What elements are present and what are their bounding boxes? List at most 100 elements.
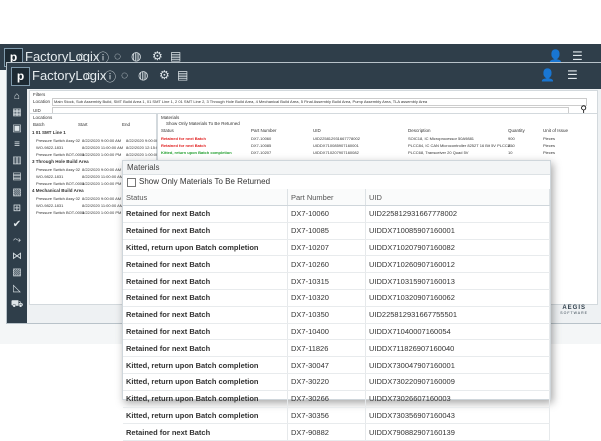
- material-row[interactable]: Retained for next Batch DX7-11826 UIDDX711…: [123, 339, 550, 358]
- material-row[interactable]: Retained for next Batch DX7-10350 UID22581…: [123, 306, 550, 324]
- material-status: Retained for next Batch: [123, 423, 288, 441]
- folder-nav-icon[interactable]: ▦: [7, 105, 27, 121]
- col-part-number[interactable]: Part Number: [287, 189, 366, 206]
- material-status: Retained for next Batch: [123, 339, 288, 358]
- show-only-returned-toggle[interactable]: Show Only Materials To Be Returned: [123, 175, 550, 189]
- back-col-header[interactable]: Part Number: [251, 128, 277, 133]
- back-col-header[interactable]: Quantity: [508, 128, 525, 133]
- aegis-logo: AEGIS SOFTWARE: [560, 305, 588, 315]
- location-row[interactable]: Pressure Switch BOT-0001 8/22/2020 1:00:0…: [32, 152, 165, 159]
- back-material-cell: 10: [508, 150, 513, 155]
- material-row[interactable]: Kitted, return upon Batch completion DX7-…: [123, 407, 550, 425]
- material-row[interactable]: Kitted, return upon Batch completion DX7-…: [123, 373, 550, 391]
- graph-nav-icon[interactable]: ⤳: [7, 233, 27, 249]
- ruler-nav-icon[interactable]: ◺: [7, 281, 27, 297]
- lightbulb-icon[interactable]: ◌: [121, 68, 128, 82]
- material-row[interactable]: Retained for next Batch DX7-10085 UIDDX710…: [123, 222, 550, 240]
- truck-nav-icon[interactable]: ⛟: [7, 297, 27, 313]
- material-status: Kitted, return upon Batch completion: [123, 407, 288, 425]
- back-col-header[interactable]: Description: [408, 128, 431, 133]
- location-row[interactable]: Pressure Switch Assy 02 8/22/2020 9:00:00…: [32, 138, 165, 145]
- col-uid[interactable]: UID: [365, 189, 550, 206]
- box-nav-icon[interactable]: ▣: [7, 121, 27, 137]
- material-status: Kitted, return upon Batch completion: [123, 239, 288, 257]
- network-nav-icon[interactable]: ⋈: [7, 249, 27, 265]
- calendar-nav-icon[interactable]: ▥: [7, 153, 27, 169]
- material-status: Kitted, return upon Batch completion: [123, 373, 288, 391]
- gear-icon[interactable]: ⚙: [159, 68, 170, 82]
- back-material-cell: Kitted, return upon Batch completion: [161, 150, 232, 155]
- home-icon[interactable]: ⌂: [78, 49, 85, 63]
- material-uid: UID225812931667778002: [365, 205, 550, 223]
- material-uid: UIDDX710320907160062: [365, 289, 550, 307]
- location-cell: Pressure Switch Assy 02: [36, 138, 81, 143]
- material-row[interactable]: Retained for next Batch DX7-10260 UIDDX710…: [123, 255, 550, 274]
- material-row[interactable]: Retained for next Batch DX7-90882 UIDDX790…: [123, 423, 550, 441]
- material-row[interactable]: Kitted, return upon Batch completion DX7-…: [123, 239, 550, 257]
- checkbox-icon[interactable]: [127, 177, 136, 187]
- material-part-number: DX7-11826: [287, 339, 366, 358]
- list-nav-icon[interactable]: ≡: [7, 137, 27, 153]
- document-icon[interactable]: ▤: [170, 49, 181, 63]
- home-nav-icon[interactable]: ⌂: [7, 89, 27, 105]
- location-field[interactable]: Main Stock, Sub Assembly Build, SMT Buil…: [52, 98, 587, 106]
- material-part-number: DX7-10350: [287, 306, 366, 324]
- back-material-row[interactable]: Retained for next Batch DX7-10060 UID22581…: [158, 136, 597, 143]
- menu-icon[interactable]: ☰: [567, 68, 578, 82]
- material-row[interactable]: Retained for next Batch DX7-10315 UIDDX710…: [123, 272, 550, 290]
- user-icon[interactable]: 👤: [540, 68, 555, 82]
- col-start: Start: [78, 122, 88, 127]
- material-row[interactable]: Retained for next Batch DX7-10320 UIDDX710…: [123, 289, 550, 307]
- location-label: Location: [33, 99, 51, 104]
- show-only-returned-label: Show Only Materials To Be Returned: [139, 177, 271, 186]
- info-icon[interactable]: ⓘ: [104, 68, 116, 85]
- material-row[interactable]: Kitted, return upon Batch completion DX7-…: [123, 390, 550, 408]
- material-part-number: DX7-30220: [287, 373, 366, 391]
- material-status: Retained for next Batch: [123, 306, 288, 324]
- back-material-cell: PLCC84, IC CAN Microcontroller 8252T 16 …: [408, 143, 514, 148]
- location-cell: 8/22/2020 9:00:00 AM: [82, 138, 122, 143]
- check-nav-icon[interactable]: ✔: [7, 217, 27, 233]
- back-material-row[interactable]: Retained for next Batch DX7-10085 UIDDX710…: [158, 143, 597, 150]
- document-icon[interactable]: ▤: [177, 68, 188, 82]
- location-cell: WO-9822-1831: [36, 145, 64, 150]
- back-material-cell: Pieces: [543, 143, 556, 148]
- location-cell: Pressure Switch Assy 02: [36, 196, 81, 201]
- location-row[interactable]: WO-9822-18318/22/2020 11:00:00 AM8/22/20…: [32, 145, 168, 152]
- material-row[interactable]: Kitted, return upon Batch completion DX7-…: [123, 356, 550, 374]
- globe-icon[interactable]: ◍: [131, 49, 141, 63]
- shelf-nav-icon[interactable]: ▧: [7, 185, 27, 201]
- doc-nav-icon[interactable]: ▤: [7, 169, 27, 185]
- back-material-row[interactable]: Kitted, return upon Batch completion DX7-…: [158, 150, 597, 157]
- material-status: Retained for next Batch: [123, 222, 288, 240]
- back-col-header[interactable]: UID: [313, 128, 321, 133]
- lightbulb-icon[interactable]: ◌: [114, 49, 121, 63]
- back-material-cell: UID225812931667778002: [313, 136, 360, 141]
- material-uid: UIDDX710260907160012: [365, 255, 550, 274]
- material-part-number: DX7-90882: [287, 423, 366, 441]
- material-uid: UIDDX790882907160139: [365, 423, 550, 441]
- materials-table: Status Part Number UID Retained for next…: [123, 189, 550, 441]
- menu-icon[interactable]: ☰: [572, 49, 583, 63]
- user-icon[interactable]: 👤: [548, 49, 563, 63]
- locations-title: Locations: [33, 115, 53, 120]
- material-row[interactable]: Retained for next Batch DX7-10400 UIDDX710…: [123, 323, 550, 341]
- back-col-header[interactable]: Unit of Issue: [543, 128, 568, 133]
- material-status: Retained for next Batch: [123, 323, 288, 341]
- material-part-number: DX7-30356: [287, 407, 366, 425]
- home-icon[interactable]: ⌂: [85, 68, 92, 82]
- materials-zoom-panel: Materials Show Only Materials To Be Retu…: [122, 160, 551, 441]
- material-uid: UIDDX73026607160003: [365, 390, 550, 408]
- material-row[interactable]: Retained for next Batch DX7-10060 UID22581…: [123, 205, 550, 223]
- col-status[interactable]: Status: [123, 189, 288, 206]
- cart-nav-icon[interactable]: ⊞: [7, 201, 27, 217]
- gear-icon[interactable]: ⚙: [152, 49, 163, 63]
- back-col-header[interactable]: Status: [161, 128, 174, 133]
- location-group[interactable]: 1 01 SMT Line 1: [32, 130, 154, 138]
- globe-icon[interactable]: ◍: [138, 68, 148, 82]
- location-cell: Pressure Switch BOT-0001: [36, 181, 85, 186]
- back-materials-checkbox[interactable]: Show Only Materials To Be Returned: [166, 121, 240, 126]
- back-material-cell: UIDDX710207907160082: [313, 150, 359, 155]
- material-status: Retained for next Batch: [123, 272, 288, 290]
- chart-nav-icon[interactable]: ▨: [7, 265, 27, 281]
